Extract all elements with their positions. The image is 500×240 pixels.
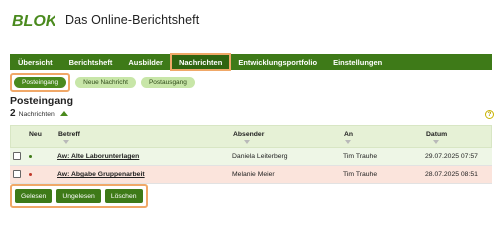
column-header-subject[interactable]: Betreff: [58, 131, 80, 138]
row-checkbox[interactable]: [13, 152, 21, 160]
action-buttons: Gelesen Ungelesen Löschen: [10, 184, 148, 208]
message-sender: Daniela Leiterberg: [232, 153, 288, 160]
blok-logo[interactable]: BLOK: [12, 12, 55, 28]
message-recipient: Tim Trauhe: [343, 171, 378, 178]
new-indicator-dot: [29, 173, 32, 176]
message-count: 2 Nachrichten: [10, 108, 68, 119]
main-nav: Übersicht Berichtsheft Ausbilder Nachric…: [10, 53, 492, 71]
subtab-highlight: Posteingang: [10, 73, 71, 92]
blok-logo-mark: BLOK: [12, 13, 55, 28]
page-title: Posteingang: [10, 95, 74, 107]
help-icon[interactable]: ?: [485, 110, 494, 119]
nav-item-nachrichten[interactable]: Nachrichten: [169, 53, 232, 71]
message-count-label: Nachrichten: [18, 111, 55, 118]
column-header-to[interactable]: An: [344, 131, 353, 138]
row-checkbox[interactable]: [13, 170, 21, 178]
table-row[interactable]: Aw: Abgabe Gruppenarbeit Melanie Meier T…: [10, 166, 492, 184]
column-header-sender[interactable]: Absender: [233, 131, 264, 138]
nav-item-ausbilder[interactable]: Ausbilder: [120, 54, 171, 70]
tab-postausgang[interactable]: Postausgang: [140, 77, 195, 88]
inbox-table: Neu Betreff Absender An Datum Aw: Alte L…: [10, 125, 492, 184]
nav-item-uebersicht[interactable]: Übersicht: [10, 54, 61, 70]
filter-to-icon[interactable]: [345, 140, 351, 145]
message-date: 28.07.2025 08:51: [425, 171, 478, 178]
filter-date-icon[interactable]: [433, 140, 439, 145]
message-recipient: Tim Trauhe: [343, 153, 378, 160]
delete-button[interactable]: Löschen: [104, 189, 143, 203]
mark-read-button[interactable]: Gelesen: [15, 189, 53, 203]
nav-item-entwicklungsportfolio[interactable]: Entwicklungsportfolio: [230, 54, 325, 70]
table-header: Neu Betreff Absender An Datum: [10, 125, 492, 148]
new-indicator-dot: [29, 155, 32, 158]
column-header-new: Neu: [29, 131, 42, 138]
tab-posteingang[interactable]: Posteingang: [14, 77, 67, 88]
column-header-date[interactable]: Datum: [426, 131, 447, 138]
filter-subject-icon[interactable]: [63, 140, 69, 145]
message-count-number: 2: [10, 108, 16, 119]
nav-item-berichtsheft[interactable]: Berichtsheft: [61, 54, 121, 70]
app-header: BLOK Das Online-Berichtsheft: [12, 10, 199, 30]
sort-up-icon[interactable]: [59, 111, 68, 116]
app-title: Das Online-Berichtsheft: [65, 13, 200, 27]
message-subject-link[interactable]: Aw: Abgabe Gruppenarbeit: [57, 171, 145, 178]
message-sender: Melanie Meier: [232, 171, 275, 178]
message-subject-link[interactable]: Aw: Alte Laborunterlagen: [57, 153, 139, 160]
mark-unread-button[interactable]: Ungelesen: [56, 189, 101, 203]
nav-item-einstellungen[interactable]: Einstellungen: [325, 54, 390, 70]
message-date: 29.07.2025 07:57: [425, 153, 478, 160]
filter-sender-icon[interactable]: [244, 140, 250, 145]
tab-neue-nachricht[interactable]: Neue Nachricht: [75, 77, 136, 88]
svg-text:BLOK: BLOK: [12, 13, 55, 28]
table-row[interactable]: Aw: Alte Laborunterlagen Daniela Leiterb…: [10, 148, 492, 166]
message-subtabs: Posteingang Neue Nachricht Postausgang: [10, 73, 195, 92]
